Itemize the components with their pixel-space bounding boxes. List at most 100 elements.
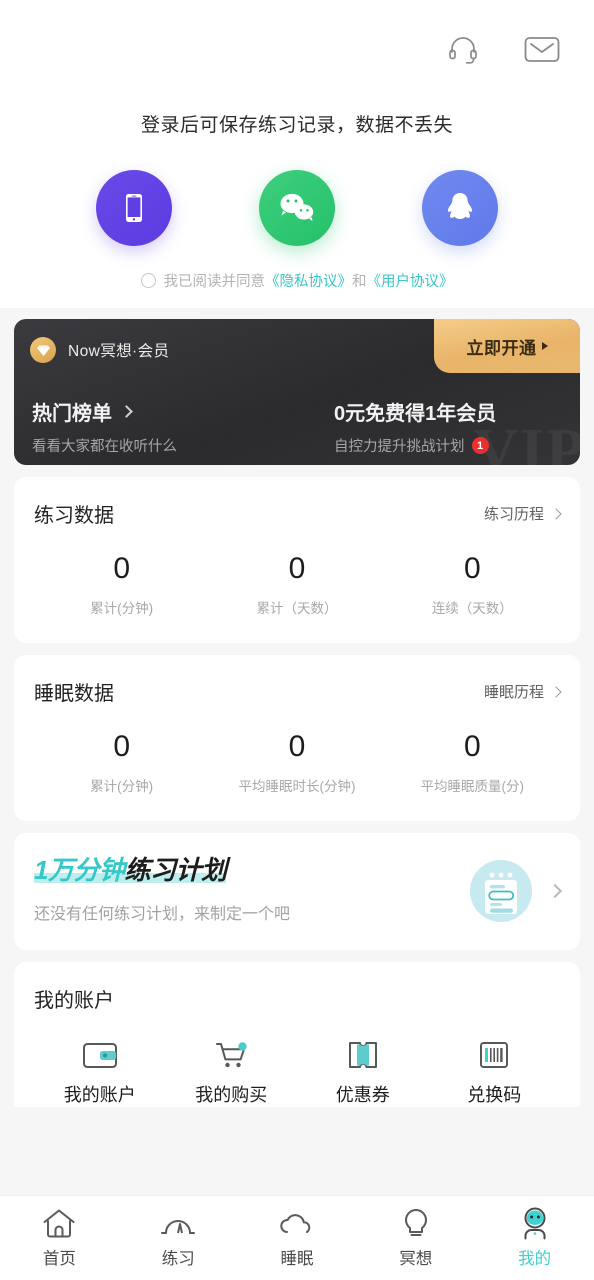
sleep-stat-item: 0 平均睡眠质量(分) bbox=[385, 730, 560, 795]
barcode-icon bbox=[429, 1035, 561, 1075]
agreement-checkbox[interactable] bbox=[140, 273, 156, 288]
account-item-coupon[interactable]: 优惠券 bbox=[297, 1035, 429, 1107]
header-icon-group bbox=[446, 32, 560, 66]
bottom-tab-bar: 首页 练习 睡眠 冥想 我的 bbox=[0, 1195, 594, 1280]
agreement-prefix: 我已阅读并同意 bbox=[163, 274, 266, 290]
cart-icon bbox=[166, 1035, 298, 1075]
stat-label: 累计(分钟) bbox=[90, 601, 154, 616]
vip-bottom-row: 热门榜单 看看大家都在收听什么 0元免费得1年会员 自控力提升挑战计划 1 bbox=[14, 397, 580, 456]
vip-offer-subtitle-row: 自控力提升挑战计划 1 bbox=[334, 435, 580, 456]
practice-stat-item: 0 累计(分钟) bbox=[34, 552, 209, 617]
user-terms-link[interactable]: 《用户协议》 bbox=[367, 270, 454, 291]
gauge-icon bbox=[159, 1204, 197, 1244]
login-phone-button[interactable] bbox=[96, 170, 172, 246]
login-method-group bbox=[0, 170, 594, 246]
tab-label: 睡眠 bbox=[280, 1250, 314, 1268]
vip-ranking-subtitle: 看看大家都在收听什么 bbox=[32, 439, 177, 455]
home-icon bbox=[41, 1204, 77, 1244]
tab-sleep[interactable]: 睡眠 bbox=[238, 1204, 357, 1269]
tab-home[interactable]: 首页 bbox=[0, 1204, 119, 1269]
vip-ranking-title: 热门榜单 bbox=[32, 403, 112, 425]
account-card-title: 我的账户 bbox=[34, 990, 114, 1012]
plan-document-icon bbox=[470, 859, 532, 922]
practice-data-card: 练习数据 练习历程 0 累计(分钟) 0 累计（天数） 0 连续（天数） bbox=[14, 477, 580, 643]
login-qq-button[interactable] bbox=[422, 170, 498, 246]
login-wechat-button[interactable] bbox=[259, 170, 335, 246]
bulb-icon bbox=[401, 1204, 431, 1244]
vip-offer-badge: 1 bbox=[471, 437, 489, 454]
chevron-right-icon bbox=[547, 883, 563, 898]
sleep-stat-item: 0 累计(分钟) bbox=[34, 730, 209, 795]
practice-stat-item: 0 累计（天数） bbox=[209, 552, 384, 617]
practice-stat-item: 0 连续（天数） bbox=[385, 552, 560, 617]
vip-offer-title: 0元免费得1年会员 bbox=[334, 403, 497, 425]
plan-title: 1万分钟练习计划 bbox=[34, 855, 227, 885]
practice-history-link[interactable]: 练习历程 bbox=[483, 503, 562, 524]
stat-label: 连续（天数） bbox=[431, 601, 513, 616]
sleep-stats-row: 0 累计(分钟) 0 平均睡眠时长(分钟) 0 平均睡眠质量(分) bbox=[34, 730, 560, 795]
vip-subscribe-button[interactable]: 立即开通 bbox=[434, 319, 580, 373]
account-item-label: 我的购买 bbox=[195, 1085, 268, 1105]
chevron-right-icon bbox=[550, 685, 562, 698]
stat-value: 0 bbox=[288, 730, 306, 763]
vip-subscribe-label: 立即开通 bbox=[466, 338, 537, 358]
tab-meditation[interactable]: 冥想 bbox=[356, 1204, 475, 1269]
account-item-label: 兑换码 bbox=[467, 1085, 522, 1105]
cloud-icon bbox=[277, 1204, 317, 1244]
login-panel: 登录后可保存练习记录，数据不丢失 我已阅读并同意 《隐私协议》 和 《用户协议》 bbox=[0, 0, 594, 308]
profile-icon bbox=[518, 1204, 552, 1244]
account-item-my-account[interactable]: 我的账户 bbox=[34, 1035, 166, 1107]
chevron-right-icon bbox=[120, 405, 133, 418]
tab-practice[interactable]: 练习 bbox=[119, 1204, 238, 1269]
mail-icon[interactable] bbox=[524, 34, 560, 64]
content-scroll-area[interactable]: VIP Now冥想·会员 立即开通 热门榜单 看看大家都在收听什么 0元免费得1… bbox=[0, 308, 594, 1195]
sleep-data-card: 睡眠数据 睡眠历程 0 累计(分钟) 0 平均睡眠时长(分钟) 0 平均睡眠质量… bbox=[14, 655, 580, 821]
plan-text-block: 1万分钟练习计划 还没有任何练习计划，来制定一个吧 bbox=[34, 857, 470, 924]
app-root: 登录后可保存练习记录，数据不丢失 我已阅读并同意 《隐私协议》 和 《用户协议》… bbox=[0, 0, 594, 1280]
sleep-card-header: 睡眠数据 睡眠历程 bbox=[34, 677, 562, 706]
account-item-label: 优惠券 bbox=[335, 1085, 390, 1105]
coupon-icon bbox=[297, 1035, 429, 1075]
stat-label: 平均睡眠时长(分钟) bbox=[238, 779, 356, 794]
account-card: 我的账户 我的账户 我的购买 优惠券 兑换码 bbox=[14, 962, 580, 1107]
practice-card-title: 练习数据 bbox=[34, 505, 114, 527]
tab-profile[interactable]: 我的 bbox=[475, 1204, 594, 1269]
agreement-row: 我已阅读并同意 《隐私协议》 和 《用户协议》 bbox=[0, 270, 594, 291]
stat-label: 累计(分钟) bbox=[90, 779, 154, 794]
stat-value: 0 bbox=[463, 730, 481, 763]
sleep-history-link[interactable]: 睡眠历程 bbox=[483, 681, 562, 702]
vip-banner[interactable]: VIP Now冥想·会员 立即开通 热门榜单 看看大家都在收听什么 0元免费得1… bbox=[14, 319, 580, 465]
vip-ranking-block[interactable]: 热门榜单 看看大家都在收听什么 bbox=[14, 397, 334, 456]
account-item-label: 我的账户 bbox=[63, 1085, 136, 1105]
tab-label: 练习 bbox=[161, 1250, 195, 1268]
sleep-history-label: 睡眠历程 bbox=[483, 684, 544, 701]
sleep-card-title: 睡眠数据 bbox=[34, 683, 114, 705]
stat-value: 0 bbox=[463, 552, 481, 585]
account-item-my-purchase[interactable]: 我的购买 bbox=[166, 1035, 298, 1107]
stat-label: 平均睡眠质量(分) bbox=[420, 779, 525, 794]
plan-title-rest: 练习计划 bbox=[124, 855, 227, 885]
play-triangle-icon bbox=[541, 342, 548, 350]
plan-title-highlight: 1万分钟 bbox=[34, 855, 125, 885]
tab-label: 我的 bbox=[518, 1250, 552, 1268]
stat-value: 0 bbox=[113, 730, 130, 763]
plan-subtitle: 还没有任何练习计划，来制定一个吧 bbox=[34, 906, 291, 923]
vip-offer-block[interactable]: 0元免费得1年会员 自控力提升挑战计划 1 bbox=[334, 397, 580, 456]
vip-offer-subtitle: 自控力提升挑战计划 bbox=[334, 439, 465, 455]
chevron-right-icon bbox=[550, 507, 562, 520]
practice-card-header: 练习数据 练习历程 bbox=[34, 499, 562, 528]
login-tip-text: 登录后可保存练习记录，数据不丢失 bbox=[140, 115, 453, 136]
practice-stats-row: 0 累计(分钟) 0 累计（天数） 0 连续（天数） bbox=[34, 552, 560, 617]
sleep-stat-item: 0 平均睡眠时长(分钟) bbox=[209, 730, 384, 795]
stat-label: 累计（天数） bbox=[256, 601, 338, 616]
practice-plan-card[interactable]: 1万分钟练习计划 还没有任何练习计划，来制定一个吧 bbox=[14, 833, 580, 950]
tab-label: 首页 bbox=[42, 1250, 76, 1268]
vip-brand-label: Now冥想·会员 bbox=[68, 343, 170, 360]
practice-history-label: 练习历程 bbox=[483, 506, 544, 523]
account-item-grid: 我的账户 我的购买 优惠券 兑换码 bbox=[34, 1035, 560, 1107]
account-item-redeem-code[interactable]: 兑换码 bbox=[429, 1035, 561, 1107]
headset-icon[interactable] bbox=[446, 32, 480, 66]
tab-label: 冥想 bbox=[399, 1250, 433, 1268]
vip-ranking-title-row: 热门榜单 bbox=[32, 397, 334, 426]
privacy-policy-link[interactable]: 《隐私协议》 bbox=[265, 270, 352, 291]
